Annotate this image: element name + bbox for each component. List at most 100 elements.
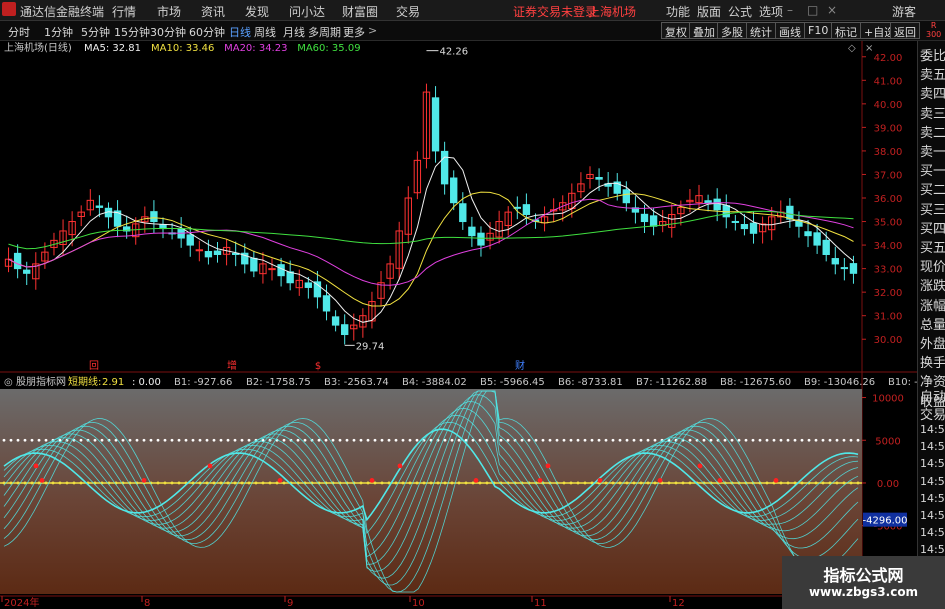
candle-body: [595, 177, 603, 180]
reference-dot: [296, 438, 300, 442]
reference-dot: [548, 438, 552, 442]
event-marker-0: 回: [89, 360, 99, 372]
kline-chart[interactable]: 上海机场(日线) MA5: 32.81 MA10: 33.46 MA20: 34.23…: [0, 41, 917, 609]
candle-body: [468, 226, 476, 237]
side-item: 换手: [920, 356, 945, 372]
indicator-value-5: B4: -3884.02: [402, 377, 467, 388]
indicator-value-10: B9: -13046.26: [804, 377, 875, 388]
reference-dot: [569, 438, 573, 442]
period-1min[interactable]: 1分钟: [44, 24, 73, 40]
reference-dot: [163, 438, 167, 442]
stats-button[interactable]: 统计: [746, 22, 776, 39]
candle-body: [23, 269, 31, 274]
period-5min[interactable]: 5分钟: [81, 24, 110, 40]
reference-dot: [352, 438, 356, 442]
reference-dot: [345, 438, 349, 442]
f10-button[interactable]: F10: [804, 22, 833, 39]
menu-quotes[interactable]: 行情: [112, 3, 136, 20]
indicator-value-7: B6: -8733.81: [558, 377, 623, 388]
reference-dot: [226, 438, 230, 442]
reference-dot: [835, 438, 839, 442]
period-intraday[interactable]: 分时: [8, 24, 30, 40]
reference-dot: [478, 438, 482, 442]
reference-dot: [331, 438, 335, 442]
side-item: 卖四: [920, 87, 945, 103]
side-item: 买五: [920, 241, 945, 256]
candle-body: [749, 222, 758, 234]
reference-dot: [198, 438, 202, 442]
candle-body: [786, 205, 794, 220]
time-label: 14:56: [920, 509, 945, 522]
menu-layout[interactable]: 版面: [697, 3, 721, 20]
candle-body: [849, 263, 858, 274]
menu-ask[interactable]: 问小达: [289, 3, 325, 20]
guest-button[interactable]: 游客: [892, 3, 916, 20]
period-30min[interactable]: 30分钟: [150, 24, 186, 40]
period-daily[interactable]: 日线: [229, 24, 251, 40]
price-tick-label: 32.00: [874, 288, 903, 299]
mark-button[interactable]: 标记: [831, 22, 861, 39]
close-icon[interactable]: ×: [827, 3, 837, 17]
adjust-button[interactable]: 复权: [661, 22, 691, 39]
reference-dot: [765, 438, 769, 442]
price-tick-label: 39.00: [874, 123, 903, 134]
overlay-button[interactable]: 叠加: [689, 22, 719, 39]
candle-body: [13, 252, 22, 270]
time-label: 14:56: [920, 457, 945, 471]
reference-dot: [156, 438, 160, 442]
reference-dot: [604, 438, 608, 442]
multi-stock-button[interactable]: 多股: [717, 22, 747, 39]
menu-discover[interactable]: 发现: [245, 3, 269, 20]
reference-dot: [359, 438, 363, 442]
menu-wealth[interactable]: 财富圈: [342, 3, 378, 20]
minimize-icon[interactable]: –: [787, 3, 793, 17]
side-item: 买一: [920, 164, 945, 180]
reference-dot: [856, 438, 860, 442]
menu-trade[interactable]: 交易: [396, 3, 420, 20]
menu-options[interactable]: 选项: [759, 3, 783, 20]
chevron-right-icon[interactable]: >: [368, 24, 377, 37]
high-price-label: 42.26: [439, 47, 468, 58]
candle-body: [186, 234, 194, 246]
menu-news[interactable]: 资讯: [201, 3, 225, 20]
ma-label-2: MA20: 34.23: [224, 43, 287, 54]
period-60min[interactable]: 60分钟: [189, 24, 225, 40]
back-button[interactable]: 返回: [890, 22, 920, 39]
event-marker-1: 增: [227, 359, 237, 372]
reference-dot: [842, 438, 846, 442]
period-toolbar: 分时 1分钟 5分钟 15分钟 30分钟 60分钟 日线 周线 月线 多周期 更…: [0, 21, 945, 41]
price-tick-label: 33.00: [874, 265, 903, 276]
reference-dot: [737, 438, 741, 442]
reference-dot: [779, 438, 783, 442]
period-more[interactable]: 更多: [343, 24, 365, 40]
maximize-icon[interactable]: □: [807, 3, 818, 17]
reference-dot: [415, 438, 419, 442]
period-multi[interactable]: 多周期: [308, 24, 341, 40]
menu-function[interactable]: 功能: [666, 3, 690, 20]
period-monthly[interactable]: 月线: [283, 24, 305, 40]
period-15min[interactable]: 15分钟: [114, 24, 150, 40]
reference-dot: [611, 438, 615, 442]
draw-line-button[interactable]: 画线: [775, 22, 805, 39]
x-tick-label: 12: [672, 598, 685, 609]
event-marker-2: $: [315, 361, 321, 372]
candle-body: [804, 231, 812, 237]
candle-body: [640, 213, 649, 223]
menu-formula[interactable]: 公式: [728, 3, 752, 20]
settings-diamond-icon[interactable]: ◇: [848, 43, 856, 54]
period-weekly[interactable]: 周线: [254, 24, 276, 40]
reference-dot: [128, 438, 132, 442]
menu-market[interactable]: 市场: [157, 3, 181, 20]
side-lower-item[interactable]: 自动: [920, 386, 945, 405]
candle-body: [477, 232, 485, 246]
trade-login-notice[interactable]: 证券交易未登录: [513, 3, 597, 20]
indicator-value-8: B7: -11262.88: [636, 377, 707, 388]
side-lower-item[interactable]: 交易: [920, 404, 945, 423]
candle-body: [341, 324, 349, 336]
panel-close-icon[interactable]: ×: [865, 43, 873, 54]
signal-dot: [277, 477, 283, 483]
signal-dot: [141, 477, 147, 483]
watermark-title: 指标公式网: [823, 566, 904, 585]
indicator-title: 股朋指标网: [16, 375, 66, 388]
reference-dot: [772, 438, 776, 442]
